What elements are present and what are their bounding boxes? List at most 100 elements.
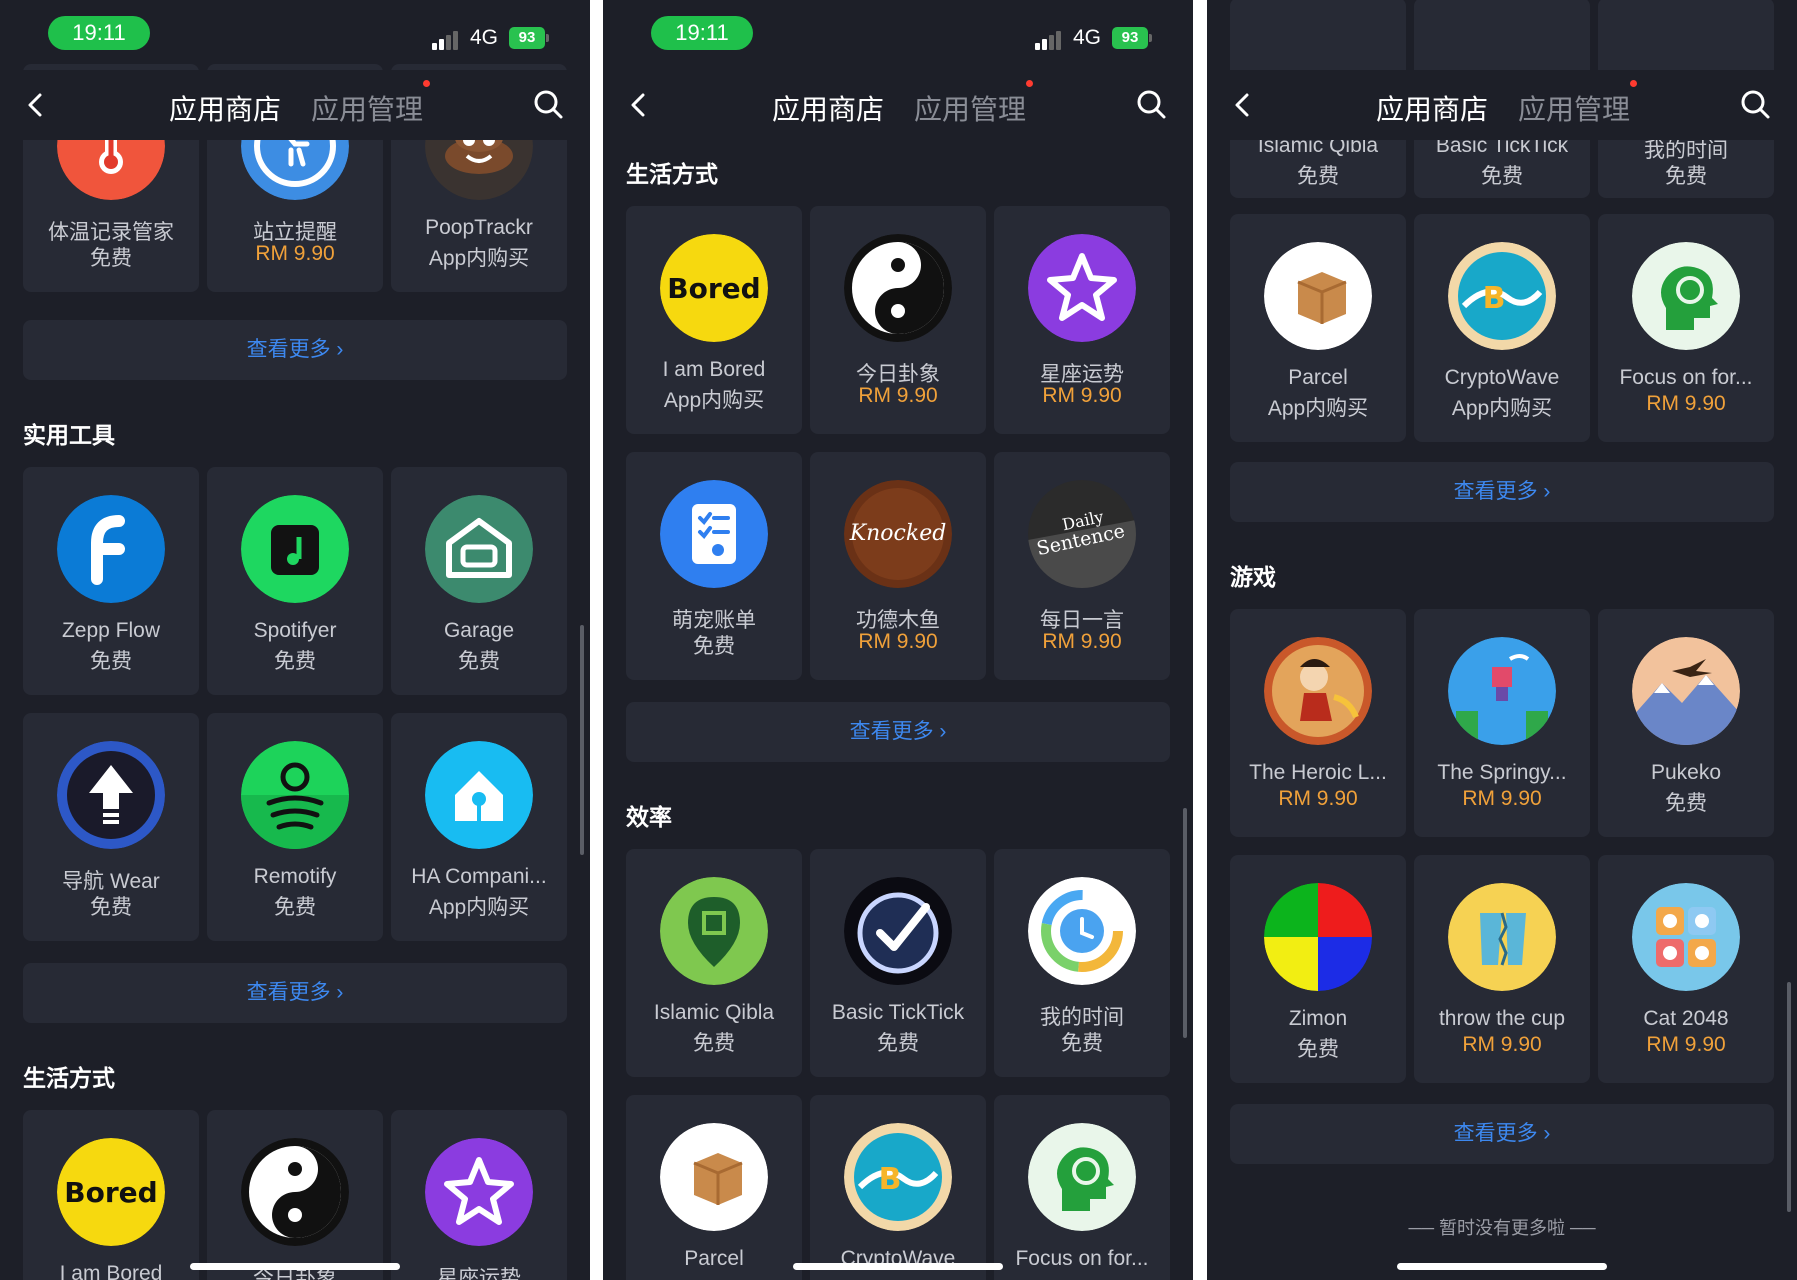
section-title-lifestyle: 生活方式	[23, 1065, 115, 1091]
remotify-icon	[241, 741, 349, 849]
app-price: 免费	[1297, 165, 1339, 188]
daily-sentence-icon: Daily Sentence	[1028, 480, 1136, 588]
search-icon[interactable]	[532, 88, 564, 120]
app-card-bored[interactable]: Bored I am Bored App内购买	[626, 206, 802, 434]
app-price: RM 9.90	[255, 242, 335, 265]
view-more-button[interactable]: 查看更多 ›	[23, 963, 567, 1023]
app-price: 免费	[274, 650, 316, 673]
app-card-focus[interactable]: Focus on for...	[994, 1095, 1170, 1280]
app-card-cryptowave[interactable]: B CryptoWave App内购买	[1414, 214, 1590, 442]
app-name: Focus on for...	[1619, 366, 1753, 389]
back-arrow-icon[interactable]	[625, 90, 653, 120]
network-type: 4G	[1073, 26, 1102, 49]
svg-text:B: B	[1483, 281, 1506, 316]
search-icon[interactable]	[1135, 88, 1167, 120]
app-name: Islamic Qibla	[653, 1001, 775, 1024]
scrollbar[interactable]	[1183, 808, 1187, 1038]
tab-app-manage[interactable]: 应用管理	[914, 88, 1026, 128]
app-card-horoscope[interactable]: 星座运势	[391, 1110, 567, 1280]
signal-icon	[432, 28, 462, 50]
network-type: 4G	[470, 26, 499, 49]
view-more-button[interactable]: 查看更多 ›	[23, 320, 567, 380]
pet-bill-icon	[660, 480, 768, 588]
section-title-games: 游戏	[1230, 564, 1276, 590]
app-price: 免费	[90, 247, 132, 270]
app-name: Cat 2048	[1643, 1007, 1729, 1030]
app-card-throw-cup[interactable]: throw the cup RM 9.90	[1414, 855, 1590, 1083]
app-card-pet-bill[interactable]: 萌宠账单 免费	[626, 452, 802, 680]
phone-screen-1: 19:11 4G 93 应用商店 应用管理 体温记录管家 免费 站立提醒 RM …	[0, 0, 590, 1280]
app-card-cat-2048[interactable]: Cat 2048 RM 9.90	[1598, 855, 1774, 1083]
app-price: App内购买	[428, 247, 530, 270]
view-more-button[interactable]: 查看更多 ›	[1230, 1104, 1774, 1164]
app-price: 免费	[1665, 165, 1707, 188]
focus-head-icon	[1632, 242, 1740, 350]
springy-game-icon	[1448, 637, 1556, 745]
bitcoin-wave-icon: B	[1448, 242, 1556, 350]
app-card-heroic[interactable]: The Heroic L... RM 9.90	[1230, 609, 1406, 837]
app-card-islamic-qibla[interactable]: Islamic Qibla 免费	[626, 849, 802, 1077]
app-card-ha-companion[interactable]: HA Compani... App内购买	[391, 713, 567, 941]
app-name: PoopTrackr	[425, 216, 533, 239]
app-card-gua[interactable]: 今日卦象 RM 9.90	[810, 206, 986, 434]
status-bar: 19:11 4G 93	[603, 0, 1193, 70]
app-card-basic-ticktick[interactable]: Basic TickTick 免费	[810, 849, 986, 1077]
scrollbar[interactable]	[580, 625, 584, 855]
bird-mountain-icon	[1632, 637, 1740, 745]
app-card-cryptowave[interactable]: B CryptoWave	[810, 1095, 986, 1280]
app-card-garage[interactable]: Garage 免费	[391, 467, 567, 695]
checkmark-icon	[844, 877, 952, 985]
heroic-game-icon	[1264, 637, 1372, 745]
app-card-spotifyer[interactable]: Spotifyer 免费	[207, 467, 383, 695]
app-card-zepp-flow[interactable]: Zepp Flow 免费	[23, 467, 199, 695]
garage-icon	[425, 495, 533, 603]
app-card-zimon[interactable]: Zimon 免费	[1230, 855, 1406, 1083]
app-name: throw the cup	[1438, 1007, 1566, 1030]
app-card-bored[interactable]: Bored I am Bored	[23, 1110, 199, 1280]
app-card-remotify[interactable]: Remotify 免费	[207, 713, 383, 941]
app-name: The Springy...	[1437, 761, 1567, 784]
app-name: Focus on for...	[1015, 1247, 1149, 1270]
app-card-nav-wear[interactable]: 导航 Wear 免费	[23, 713, 199, 941]
app-card-wooden-fish[interactable]: Knocked 功德木鱼 RM 9.90	[810, 452, 986, 680]
bored-icon: Bored	[660, 234, 768, 342]
app-price: RM 9.90	[1462, 787, 1542, 810]
app-card-horoscope[interactable]: 星座运势 RM 9.90	[994, 206, 1170, 434]
view-more-button[interactable]: 查看更多 ›	[1230, 462, 1774, 522]
app-card-pukeko[interactable]: Pukeko 免费	[1598, 609, 1774, 837]
tab-app-store[interactable]: 应用商店	[1376, 88, 1488, 128]
app-name: The Heroic L...	[1249, 761, 1387, 784]
tab-app-store[interactable]: 应用商店	[169, 88, 281, 128]
star-icon	[425, 1138, 533, 1246]
phone-screen-3: 19:11 4G 93 应用商店 应用管理 Islamic Qibla 免费 B…	[1207, 0, 1797, 1280]
app-card-my-time[interactable]: 我的时间 免费	[994, 849, 1170, 1077]
bored-icon: Bored	[57, 1138, 165, 1246]
app-card-daily-sentence[interactable]: Daily Sentence 每日一言 RM 9.90	[994, 452, 1170, 680]
app-card-springy[interactable]: The Springy... RM 9.90	[1414, 609, 1590, 837]
app-name: 星座运势	[437, 1267, 521, 1280]
app-card-parcel[interactable]: Parcel App内购买	[1230, 214, 1406, 442]
app-card-parcel[interactable]: Parcel	[626, 1095, 802, 1280]
tab-app-manage[interactable]: 应用管理	[311, 88, 423, 128]
app-name: Spotifyer	[253, 619, 337, 642]
app-price: App内购买	[428, 896, 530, 919]
app-price: 免费	[90, 896, 132, 919]
search-icon[interactable]	[1739, 88, 1771, 120]
app-price: 免费	[90, 650, 132, 673]
view-more-button[interactable]: 查看更多 ›	[626, 702, 1170, 762]
app-list: 体温记录管家 免费 站立提醒 RM 9.90 PoopTrackr App内购买…	[0, 64, 590, 1280]
app-price: App内购买	[1267, 397, 1369, 420]
tab-app-store[interactable]: 应用商店	[772, 88, 884, 128]
star-icon	[1028, 234, 1136, 342]
tab-app-manage[interactable]: 应用管理	[1518, 88, 1630, 128]
scrollbar[interactable]	[1787, 982, 1791, 1212]
app-price: 免费	[458, 650, 500, 673]
app-price: RM 9.90	[1042, 630, 1122, 653]
focus-head-icon	[1028, 1123, 1136, 1231]
app-price: 免费	[877, 1032, 919, 1055]
notification-dot	[1630, 80, 1637, 87]
app-card-focus[interactable]: Focus on for... RM 9.90	[1598, 214, 1774, 442]
back-arrow-icon[interactable]	[22, 90, 50, 120]
back-arrow-icon[interactable]	[1229, 90, 1257, 120]
app-card-gua[interactable]: 今日卦象	[207, 1110, 383, 1280]
